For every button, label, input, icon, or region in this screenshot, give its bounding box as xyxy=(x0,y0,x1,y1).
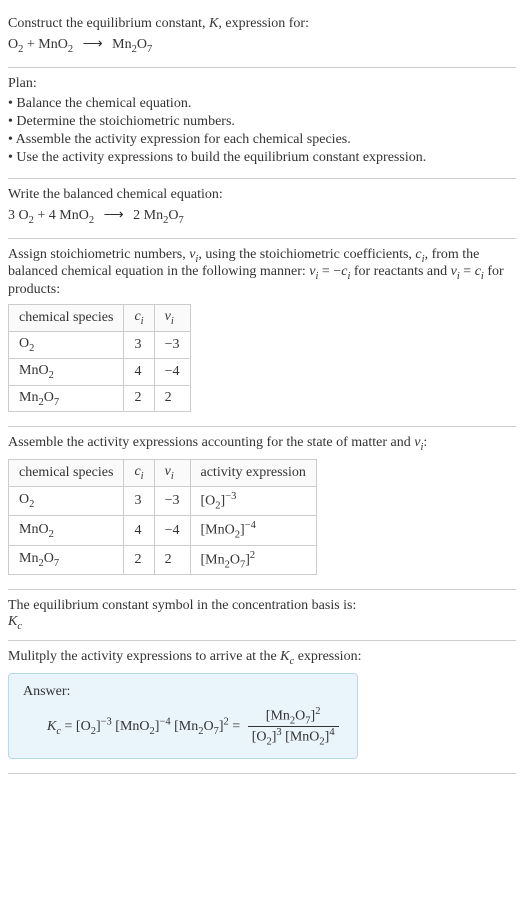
balanced-arrow: ⟶ xyxy=(104,207,124,224)
cell-species: MnO2 xyxy=(9,516,124,545)
th-nui: νi xyxy=(154,305,190,332)
plan-list: • Balance the chemical equation. • Deter… xyxy=(8,96,516,166)
th-nui: νi xyxy=(154,460,190,487)
table-header-row: chemical species ci νi activity expressi… xyxy=(9,460,317,487)
fraction-numerator: [Mn2O7]2 xyxy=(248,706,339,727)
table-row: O2 3 −3 [O2]−3 xyxy=(9,486,317,515)
plan-bullet-4: • Use the activity expressions to build … xyxy=(8,150,516,166)
cell-species: MnO2 xyxy=(9,358,124,385)
cell-ci: 2 xyxy=(124,385,154,412)
table-row: MnO2 4 −4 [MnO2]−4 xyxy=(9,516,317,545)
cell-species: O2 xyxy=(9,486,124,515)
answer-expression: Kc = [O2]−3 [MnO2]−4 [Mn2O7]2 = [Mn2O7]2… xyxy=(23,706,343,748)
balanced-section: Write the balanced chemical equation: 3 … xyxy=(8,179,516,239)
cell-ci: 3 xyxy=(124,486,154,515)
cell-activity: [Mn2O7]2 xyxy=(190,545,316,574)
prompt-section: Construct the equilibrium constant, K, e… xyxy=(8,8,516,68)
cell-nui: −3 xyxy=(154,486,190,515)
stoich-intro: Assign stoichiometric numbers, νi, using… xyxy=(8,247,516,299)
activity-section: Assemble the activity expressions accoun… xyxy=(8,427,516,590)
table-row: Mn2O7 2 2 [Mn2O7]2 xyxy=(9,545,317,574)
th-ci: ci xyxy=(124,305,154,332)
balanced-mn2o7: 2 Mn2O7 xyxy=(133,208,184,223)
prompt-text: Construct the equilibrium constant, K, e… xyxy=(8,16,516,32)
answer-box: Answer: Kc = [O2]−3 [MnO2]−4 [Mn2O7]2 = … xyxy=(8,673,358,759)
table-row: MnO2 4 −4 xyxy=(9,358,191,385)
answer-fraction: [Mn2O7]2[O2]3 [MnO2]4 xyxy=(248,706,339,748)
cell-nui: −3 xyxy=(154,331,190,358)
prompt-line1-end: , expression for: xyxy=(218,16,309,31)
answer-label: Answer: xyxy=(23,684,343,700)
cell-ci: 4 xyxy=(124,516,154,545)
reactant-mno2: MnO2 xyxy=(38,37,73,52)
cell-activity: [MnO2]−4 xyxy=(190,516,316,545)
cell-species: O2 xyxy=(9,331,124,358)
prompt-equation: O2 + MnO2 ⟶ Mn2O7 xyxy=(8,36,516,55)
balanced-equation: 3 O2 + 4 MnO2 ⟶ 2 Mn2O7 xyxy=(8,207,516,226)
activity-table: chemical species ci νi activity expressi… xyxy=(8,459,317,575)
symbol-section: The equilibrium constant symbol in the c… xyxy=(8,590,516,641)
activity-intro: Assemble the activity expressions accoun… xyxy=(8,435,516,453)
balanced-o2: 3 O2 xyxy=(8,208,34,223)
symbol-line: The equilibrium constant symbol in the c… xyxy=(8,598,516,614)
multiply-section: Mulitply the activity expressions to arr… xyxy=(8,641,516,774)
cell-ci: 3 xyxy=(124,331,154,358)
plan-bullet-1: • Balance the chemical equation. xyxy=(8,96,516,112)
cell-ci: 4 xyxy=(124,358,154,385)
table-row: O2 3 −3 xyxy=(9,331,191,358)
th-species: chemical species xyxy=(9,460,124,487)
th-species: chemical species xyxy=(9,305,124,332)
th-activity: activity expression xyxy=(190,460,316,487)
table-header-row: chemical species ci νi xyxy=(9,305,191,332)
cell-nui: −4 xyxy=(154,516,190,545)
plan-bullet-3: • Assemble the activity expression for e… xyxy=(8,132,516,148)
th-ci: ci xyxy=(124,460,154,487)
cell-ci: 2 xyxy=(124,545,154,574)
reaction-arrow: ⟶ xyxy=(83,36,103,53)
cell-species: Mn2O7 xyxy=(9,545,124,574)
balanced-mno2: 4 MnO2 xyxy=(49,208,94,223)
cell-nui: −4 xyxy=(154,358,190,385)
multiply-line: Mulitply the activity expressions to arr… xyxy=(8,649,516,667)
product-mn2o7: Mn2O7 xyxy=(112,37,152,52)
symbol-kc: Kc xyxy=(8,614,516,632)
cell-activity: [O2]−3 xyxy=(190,486,316,515)
prompt-line1: Construct the equilibrium constant, xyxy=(8,16,209,31)
cell-nui: 2 xyxy=(154,385,190,412)
reactant-o2: O2 xyxy=(8,37,23,52)
fraction-denominator: [O2]3 [MnO2]4 xyxy=(248,727,339,747)
plan-title: Plan: xyxy=(8,76,516,92)
stoich-section: Assign stoichiometric numbers, νi, using… xyxy=(8,239,516,428)
stoich-table: chemical species ci νi O2 3 −3 MnO2 4 −4… xyxy=(8,304,191,412)
balanced-title: Write the balanced chemical equation: xyxy=(8,187,516,203)
cell-species: Mn2O7 xyxy=(9,385,124,412)
cell-nui: 2 xyxy=(154,545,190,574)
prompt-K: K xyxy=(209,16,218,31)
plan-section: Plan: • Balance the chemical equation. •… xyxy=(8,68,516,179)
table-row: Mn2O7 2 2 xyxy=(9,385,191,412)
plan-bullet-2: • Determine the stoichiometric numbers. xyxy=(8,114,516,130)
